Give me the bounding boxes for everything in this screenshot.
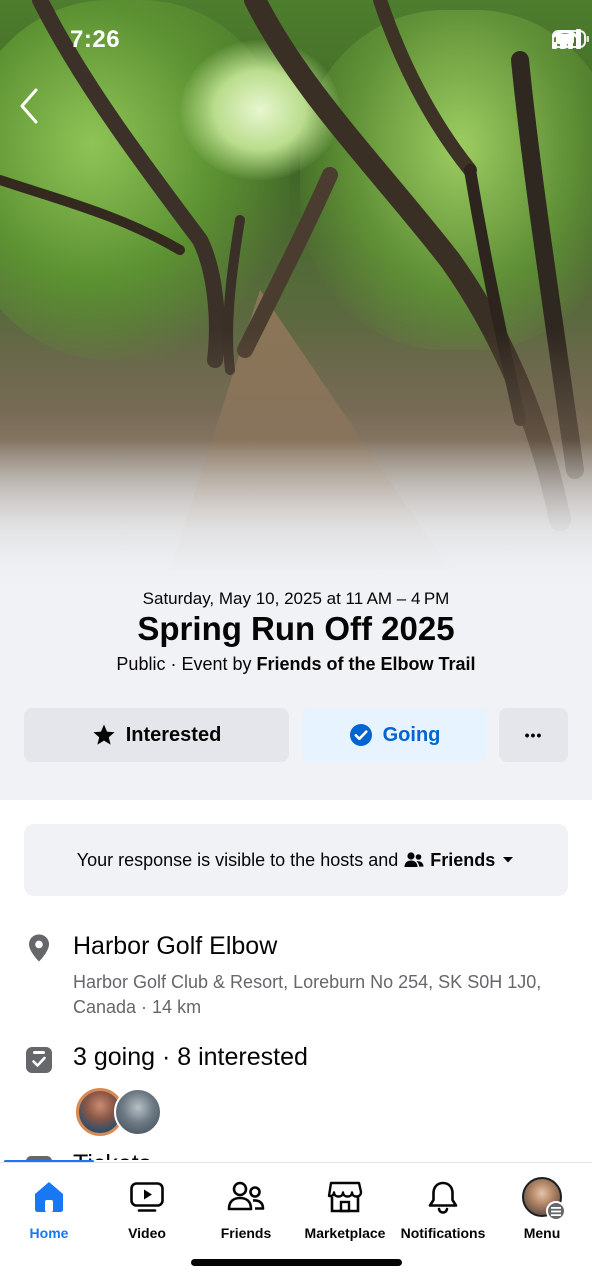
attendee-avatar[interactable] bbox=[114, 1088, 162, 1136]
nav-friends-label: Friends bbox=[220, 1225, 272, 1241]
event-host-link[interactable]: Friends of the Elbow Trail bbox=[257, 654, 476, 674]
event-header: Saturday, May 10, 2025 at 11 AM – 4 PM S… bbox=[0, 589, 592, 800]
location-pin-icon bbox=[29, 934, 49, 962]
more-options-button[interactable]: ••• bbox=[499, 708, 568, 762]
nav-notifications-label: Notifications bbox=[400, 1225, 486, 1241]
nav-home[interactable]: Home bbox=[0, 1163, 98, 1253]
nav-home-label: Home bbox=[29, 1225, 69, 1241]
event-cover-photo: 7:26 bbox=[0, 0, 592, 600]
going-label: Going bbox=[382, 723, 441, 746]
status-bar: 7:26 bbox=[0, 0, 592, 80]
tickets-row[interactable]: Tickets bbox=[73, 1150, 151, 1160]
nav-marketplace-label: Marketplace bbox=[304, 1225, 386, 1241]
notice-text: Your response is visible to the hosts an… bbox=[76, 849, 399, 870]
profile-avatar bbox=[522, 1177, 566, 1221]
friends-icon bbox=[227, 1181, 265, 1211]
check-circle-icon bbox=[349, 724, 372, 746]
home-icon bbox=[35, 1182, 63, 1212]
nav-video-label: Video bbox=[128, 1225, 166, 1241]
cover-fade bbox=[0, 440, 592, 600]
nav-video[interactable]: Video bbox=[98, 1163, 196, 1253]
marketplace-icon bbox=[327, 1181, 363, 1213]
back-button[interactable] bbox=[18, 88, 58, 132]
meta-separator: · bbox=[170, 654, 182, 674]
nav-friends[interactable]: Friends bbox=[197, 1163, 295, 1253]
going-button[interactable]: Going bbox=[302, 708, 487, 762]
event-by-label: Event by bbox=[181, 654, 252, 674]
location-name[interactable]: Harbor Golf Elbow bbox=[73, 932, 277, 961]
nav-marketplace[interactable]: Marketplace bbox=[296, 1163, 394, 1253]
caret-down-icon[interactable] bbox=[501, 855, 515, 865]
menu-hamburger-icon bbox=[546, 1201, 566, 1221]
location-address[interactable]: Harbor Golf Club & Resort, Loreburn No 2… bbox=[73, 970, 573, 1020]
star-icon bbox=[93, 724, 115, 745]
video-icon bbox=[130, 1182, 164, 1212]
interested-label: Interested bbox=[125, 723, 222, 746]
friends-small-icon bbox=[404, 852, 424, 867]
response-visibility-notice: Your response is visible to the hosts an… bbox=[24, 824, 568, 896]
attendance-icon bbox=[26, 1047, 52, 1073]
home-indicator bbox=[191, 1259, 402, 1266]
event-date: Saturday, May 10, 2025 at 11 AM – 4 PM bbox=[142, 589, 450, 608]
interested-button[interactable]: Interested bbox=[24, 708, 289, 762]
chevron-left-icon bbox=[20, 88, 38, 124]
nav-menu[interactable]: Menu bbox=[493, 1163, 591, 1253]
battery-icon bbox=[552, 30, 589, 48]
nav-notifications[interactable]: Notifications bbox=[394, 1163, 492, 1253]
bell-icon bbox=[428, 1181, 458, 1214]
event-privacy: Public bbox=[116, 654, 166, 674]
event-details: Your response is visible to the hosts an… bbox=[0, 800, 592, 1160]
attendee-avatars[interactable] bbox=[76, 1088, 166, 1138]
event-meta: Public · Event by Friends of the Elbow T… bbox=[0, 654, 592, 675]
more-dots-icon: ••• bbox=[524, 727, 543, 743]
event-title: Spring Run Off 2025 bbox=[137, 610, 455, 647]
attendance-summary[interactable]: 3 going · 8 interested bbox=[73, 1043, 308, 1072]
audience-selector[interactable]: Friends bbox=[430, 850, 495, 871]
nav-menu-label: Menu bbox=[523, 1225, 561, 1241]
status-time: 7:26 bbox=[70, 26, 121, 53]
